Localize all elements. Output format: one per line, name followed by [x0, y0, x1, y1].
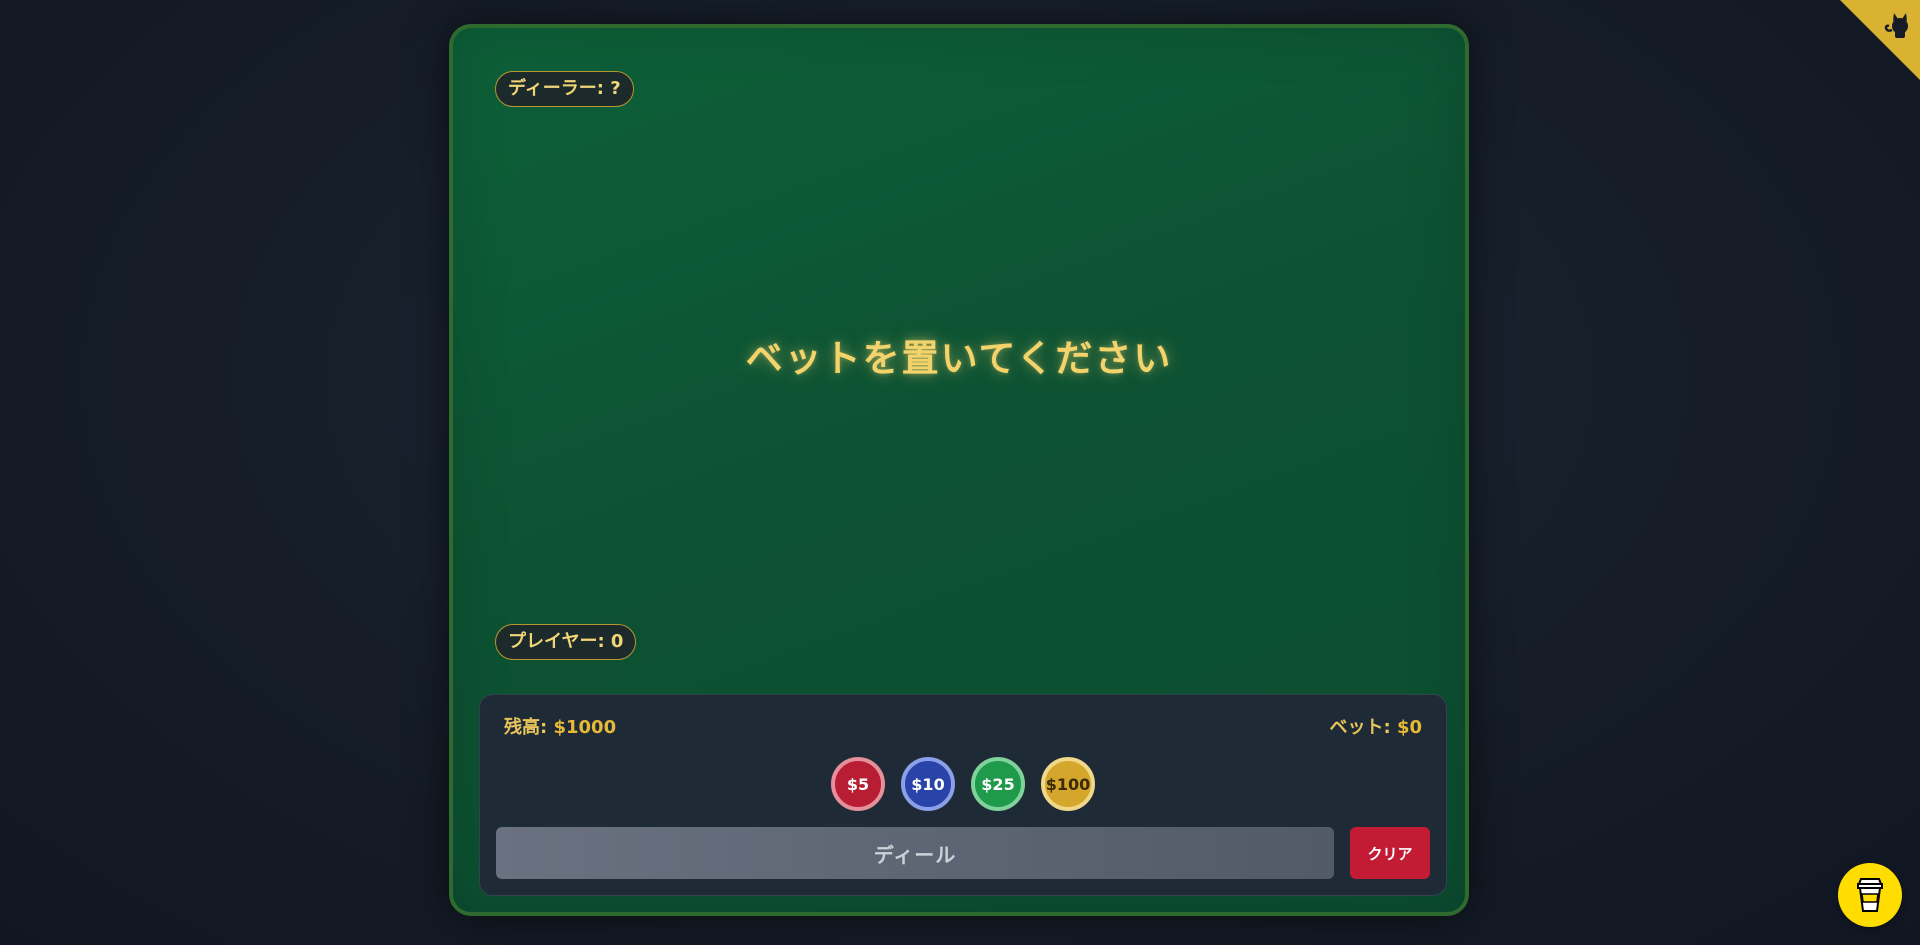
betting-panel: 残高: $1000 ベット: $0 $5 $10 $25 $100 ディール ク… — [479, 694, 1447, 896]
chip-10[interactable]: $10 — [901, 757, 955, 811]
bet-value: $0 — [1396, 717, 1422, 738]
chip-100[interactable]: $100 — [1041, 757, 1095, 811]
bet-label: ベット: — [1329, 717, 1391, 738]
chip-25[interactable]: $25 — [971, 757, 1025, 811]
clear-button[interactable]: クリア — [1350, 827, 1430, 879]
github-corner-icon[interactable] — [1840, 0, 1920, 80]
balance-value: $1000 — [553, 717, 617, 738]
bet-display: ベット: $0 — [1329, 713, 1422, 739]
coffee-cup-icon[interactable] — [1838, 863, 1902, 927]
blackjack-table: ディーラー: ? ベットを置いてください プレイヤー: 0 残高: $1000 … — [449, 24, 1469, 916]
player-score-badge: プレイヤー: 0 — [495, 624, 637, 660]
deal-button[interactable]: ディール — [496, 827, 1334, 879]
balance-label: 残高: — [504, 717, 548, 738]
chip-row: $5 $10 $25 $100 — [480, 757, 1446, 811]
status-message: ベットを置いてください — [745, 337, 1173, 380]
dealer-score-badge: ディーラー: ? — [495, 71, 634, 107]
balance-display: 残高: $1000 — [504, 713, 616, 739]
chip-5[interactable]: $5 — [831, 757, 885, 811]
